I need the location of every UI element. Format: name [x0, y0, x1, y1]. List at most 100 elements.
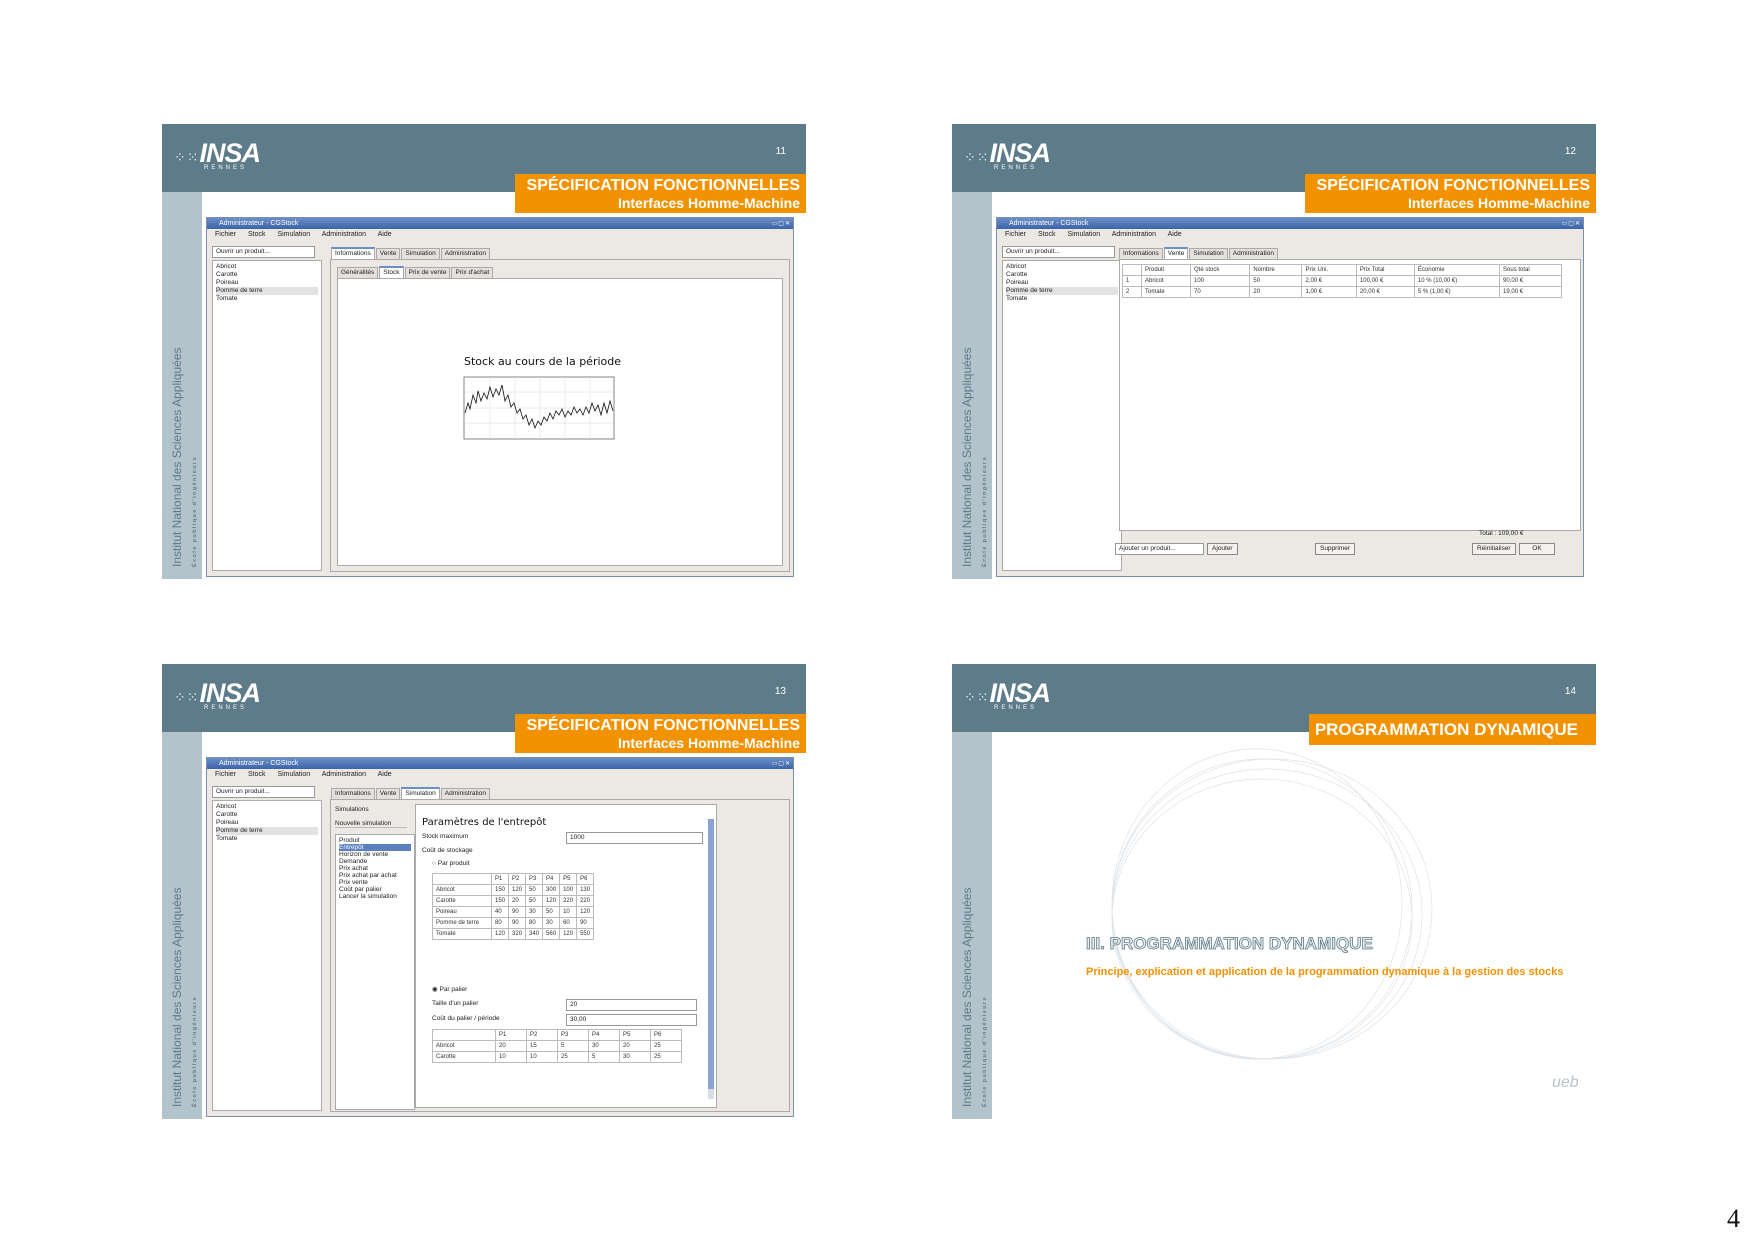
list-item[interactable]: Abricot: [216, 803, 318, 811]
add-button[interactable]: Ajouter: [1207, 543, 1238, 555]
tab-prix-achat[interactable]: Prix d'achat: [451, 267, 494, 278]
insa-logo: ⁘⁙INSA RENNES: [964, 138, 1051, 171]
add-product-combo[interactable]: Ajouter un produit...: [1115, 543, 1204, 555]
list-item[interactable]: Carotte: [216, 271, 318, 279]
menu-help[interactable]: Aide: [378, 231, 392, 238]
menu-stock[interactable]: Stock: [248, 231, 266, 238]
tab-administration[interactable]: Administration: [1228, 248, 1278, 259]
sales-panel: Produit Qté stock Nombre Prix Uni. Prix …: [1119, 259, 1581, 531]
tab-prix-vente[interactable]: Prix de vente: [404, 267, 451, 278]
list-item[interactable]: Poireau: [216, 279, 318, 287]
level-size-input[interactable]: 20: [566, 999, 697, 1011]
menu-simulation[interactable]: Simulation: [277, 771, 310, 778]
section-title: III. PROGRAMMATION DYNAMIQUE: [1086, 934, 1374, 954]
window-title: Administrateur - CGStock ▭▢✕: [207, 758, 793, 769]
tab-generalites[interactable]: Généralités: [337, 267, 379, 278]
tab-administration[interactable]: Administration: [440, 248, 490, 259]
step-item[interactable]: Prix achat par achat: [339, 872, 411, 879]
vertical-scrollbar[interactable]: [708, 819, 714, 1099]
window-controls[interactable]: ▭▢✕: [772, 759, 791, 770]
menu-file[interactable]: Fichier: [215, 231, 236, 238]
step-item[interactable]: Produit: [339, 837, 411, 844]
list-item[interactable]: Tomate: [216, 835, 318, 843]
menu-administration[interactable]: Administration: [322, 771, 366, 778]
tab-simulation[interactable]: Simulation: [1189, 248, 1228, 259]
menu-administration[interactable]: Administration: [1112, 231, 1156, 238]
tab-vente[interactable]: Vente: [375, 248, 401, 259]
list-item[interactable]: Tomate: [1006, 295, 1118, 303]
menu-file[interactable]: Fichier: [1005, 231, 1026, 238]
step-item[interactable]: Coût par palier: [339, 886, 411, 893]
table-row[interactable]: 1 Abricot 100 50 2,00 € 100,00 € 10 % (1…: [1122, 275, 1562, 287]
open-product-combo[interactable]: Ouvrir un produit...: [1002, 246, 1115, 258]
stock-max-input[interactable]: 1000: [566, 832, 703, 844]
slide-title: SPÉCIFICATION FONCTIONNELLES: [526, 717, 800, 734]
table-row[interactable]: Abricot 150 120 50 300 100 130: [432, 884, 595, 896]
tab-vente[interactable]: Vente: [1163, 247, 1189, 259]
step-item[interactable]: Demande: [339, 858, 411, 865]
cost-grid: P1 P2 P3 P4 P5 P6 Abricot 150 120 50 300 100 130 Ca…: [432, 873, 595, 940]
institute-vertical-text: Institut National des Sciences Appliquée…: [170, 887, 198, 1107]
stock-panel: Stock au cours de la période: [337, 278, 783, 566]
tab-informations[interactable]: Informations: [331, 788, 375, 799]
new-simulation-button[interactable]: Nouvelle simulation: [335, 820, 407, 828]
step-item[interactable]: Horizon de vente: [339, 851, 411, 858]
step-item[interactable]: Prix vente: [339, 879, 411, 886]
tab-informations[interactable]: Informations: [1119, 248, 1163, 259]
tab-informations[interactable]: Informations: [331, 247, 375, 259]
menu-simulation[interactable]: Simulation: [1067, 231, 1100, 238]
sub-tabs: Généralités Stock Prix de vente Prix d'acha…: [337, 266, 494, 278]
list-item[interactable]: Abricot: [1006, 263, 1118, 271]
table-row[interactable]: 2 Tomate 70 20 1,00 € 20,00 € 5 % (1,00 …: [1122, 286, 1562, 298]
tab-vente[interactable]: Vente: [375, 788, 401, 799]
per-level-radio[interactable]: ◉ Par palier: [432, 985, 467, 993]
ok-button[interactable]: OK: [1519, 543, 1555, 555]
table-row[interactable]: Abricot 20 15 5 30 20 25: [432, 1040, 682, 1052]
title-band: SPÉCIFICATION FONCTIONNELLES Interfaces …: [514, 174, 806, 213]
menu-stock[interactable]: Stock: [248, 771, 266, 778]
window-controls[interactable]: ▭▢✕: [1562, 219, 1581, 230]
list-item[interactable]: Pomme de terre: [216, 827, 318, 835]
menu-help[interactable]: Aide: [1168, 231, 1182, 238]
app-window: Administrateur - CGStock ▭▢✕ Fichier Stoc…: [996, 217, 1584, 577]
per-unit-radio[interactable]: ○ Par produit: [432, 860, 470, 867]
delete-button[interactable]: Supprimer: [1315, 543, 1355, 555]
slide-title: SPÉCIFICATION FONCTIONNELLES: [526, 177, 800, 194]
list-item[interactable]: Pomme de terre: [1006, 287, 1118, 295]
step-item[interactable]: Lancer la simulation: [339, 893, 411, 900]
open-product-combo[interactable]: Ouvrir un produit...: [212, 786, 315, 798]
menu-help[interactable]: Aide: [378, 771, 392, 778]
level-cost-input[interactable]: 30,00: [566, 1014, 697, 1026]
table-row[interactable]: Tomate 120 320 340 560 120 550: [432, 928, 595, 940]
menu-stock[interactable]: Stock: [1038, 231, 1056, 238]
list-item[interactable]: Poireau: [216, 819, 318, 827]
step-item[interactable]: Entrepôt: [339, 844, 411, 851]
menu-simulation[interactable]: Simulation: [277, 231, 310, 238]
cost-label: Coût de stockage: [422, 847, 473, 854]
list-item[interactable]: Carotte: [1006, 271, 1118, 279]
list-item[interactable]: Poireau: [1006, 279, 1118, 287]
simulation-steps: Produit Entrepôt Horizon de vente Demand…: [335, 834, 415, 1110]
table-row[interactable]: Poireau 40 90 30 50 10 120: [432, 906, 595, 918]
table-header-row: Produit Qté stock Nombre Prix Uni. Prix …: [1122, 264, 1562, 276]
open-product-combo[interactable]: Ouvrir un produit...: [212, 246, 315, 258]
menu-file[interactable]: Fichier: [215, 771, 236, 778]
list-item[interactable]: Abricot: [216, 263, 318, 271]
menu-bar: Fichier Stock Simulation Administration …: [207, 769, 793, 780]
menu-administration[interactable]: Administration: [322, 231, 366, 238]
tab-simulation[interactable]: Simulation: [401, 248, 440, 259]
window-controls[interactable]: ▭▢✕: [772, 219, 791, 230]
list-item[interactable]: Carotte: [216, 811, 318, 819]
tab-simulation[interactable]: Simulation: [401, 787, 440, 799]
step-item[interactable]: Prix achat: [339, 865, 411, 872]
table-row[interactable]: Carotte 10 10 25 5 30 25: [432, 1051, 682, 1063]
reset-button[interactable]: Réinitialiser: [1472, 543, 1516, 555]
table-row[interactable]: Pomme de terre 80 90 80 30 60 90: [432, 917, 595, 929]
sales-table: Produit Qté stock Nombre Prix Uni. Prix …: [1122, 264, 1562, 298]
tab-administration[interactable]: Administration: [440, 788, 490, 799]
tab-stock[interactable]: Stock: [379, 266, 404, 278]
table-row[interactable]: Carotte 150 20 50 120 220 220: [432, 895, 595, 907]
list-item[interactable]: Pomme de terre: [216, 287, 318, 295]
menu-bar: Fichier Stock Simulation Administration …: [997, 229, 1583, 240]
list-item[interactable]: Tomate: [216, 295, 318, 303]
